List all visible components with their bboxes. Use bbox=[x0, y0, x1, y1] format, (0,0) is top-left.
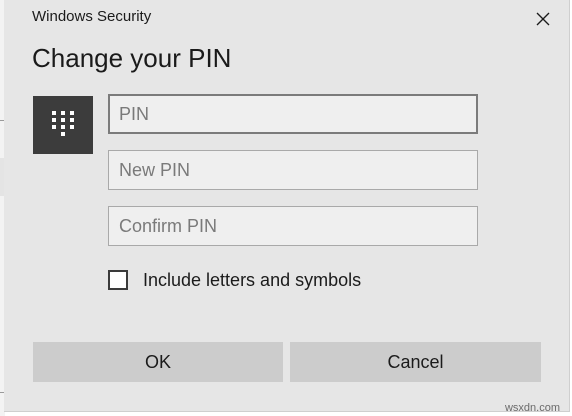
watermark: wsxdn.com bbox=[504, 402, 560, 414]
pin-input[interactable] bbox=[108, 94, 478, 134]
windows-security-dialog: Windows Security Change your PIN Include… bbox=[4, 0, 570, 412]
include-letters-checkbox[interactable] bbox=[108, 270, 128, 290]
close-icon bbox=[536, 12, 550, 26]
confirm-pin-input[interactable] bbox=[108, 206, 478, 246]
keypad-icon bbox=[52, 111, 74, 136]
keypad-tile bbox=[33, 96, 93, 154]
cancel-button[interactable]: Cancel bbox=[290, 342, 541, 382]
new-pin-input[interactable] bbox=[108, 150, 478, 190]
ok-button[interactable]: OK bbox=[33, 342, 283, 382]
dialog-heading: Change your PIN bbox=[32, 43, 232, 73]
window-title: Windows Security bbox=[32, 8, 152, 25]
close-button[interactable] bbox=[528, 4, 558, 34]
screen: Windows Security Change your PIN Include… bbox=[0, 0, 572, 416]
checkbox-label: Include letters and symbols bbox=[143, 270, 362, 290]
